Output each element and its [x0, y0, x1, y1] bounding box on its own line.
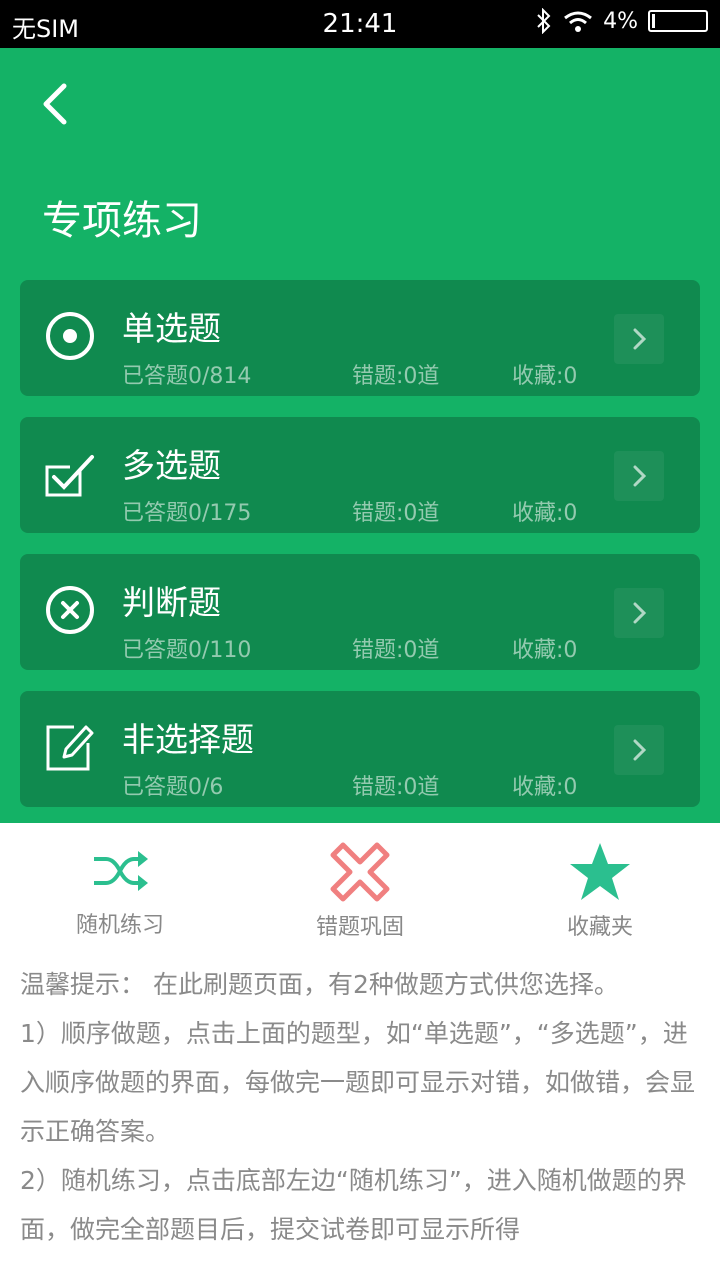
page-title: 专项练习 — [42, 198, 202, 244]
edit-icon — [46, 725, 94, 771]
chevron-right-icon — [614, 451, 664, 501]
answered-count: 已答题0/110 — [122, 638, 252, 663]
wrong-count: 错题:0道 — [352, 775, 440, 800]
random-practice-button[interactable]: 随机练习 — [20, 841, 220, 939]
chevron-right-icon — [614, 314, 664, 364]
bottom-actions: 随机练习 错题巩固 收藏夹 — [0, 823, 720, 953]
radio-icon — [46, 312, 94, 360]
wrong-count: 错题:0道 — [352, 638, 440, 663]
nav-label: 错题巩固 — [315, 915, 404, 940]
cross-circle-icon — [46, 586, 94, 634]
tips-paragraph: 1）顺序做题，点击上面的题型，如“单选题”，“多选题”，进入顺序做题的界面，每做… — [20, 1019, 696, 1146]
card-single-choice[interactable]: 单选题 已答题0/814 错题:0道 收藏:0 — [20, 280, 700, 396]
tips-paragraph: 温馨提示： 在此刷题页面，有2种做题方式供您选择。 — [20, 970, 619, 999]
wrong-review-button[interactable]: 错题巩固 — [260, 841, 460, 941]
wrong-count: 错题:0道 — [352, 364, 440, 389]
card-true-false[interactable]: 判断题 已答题0/110 错题:0道 收藏:0 — [20, 554, 700, 670]
favorite-count: 收藏:0 — [512, 638, 578, 663]
bluetooth-icon — [537, 8, 551, 34]
status-icons: 4% — [535, 8, 708, 34]
favorites-button[interactable]: 收藏夹 — [500, 841, 700, 941]
star-icon — [570, 843, 630, 900]
back-arrow-icon[interactable] — [30, 76, 86, 132]
answered-count: 已答题0/814 — [122, 364, 252, 389]
status-bar: 无SIM 21:41 4% — [0, 0, 720, 48]
battery-percent: 4% — [603, 8, 638, 34]
nav-label: 随机练习 — [75, 913, 164, 938]
favorite-count: 收藏:0 — [512, 775, 578, 800]
favorite-count: 收藏:0 — [512, 364, 578, 389]
tips-paragraph: 2）随机练习，点击底部左边“随机练习”，进入随机做题的界面，做完全部题目后，提交… — [20, 1166, 687, 1244]
checkbox-icon — [45, 455, 94, 497]
answered-count: 已答题0/6 — [122, 775, 224, 800]
answered-count: 已答题0/175 — [122, 501, 252, 526]
tips-section: 温馨提示： 在此刷题页面，有2种做题方式供您选择。 1）顺序做题，点击上面的题型… — [20, 960, 700, 1254]
shuffle-icon — [94, 851, 148, 891]
battery-icon — [648, 10, 708, 32]
chevron-right-icon — [614, 588, 664, 638]
wifi-icon — [564, 11, 593, 32]
chevron-right-icon — [614, 725, 664, 775]
card-title: 单选题 — [122, 309, 221, 348]
card-non-choice[interactable]: 非选择题 已答题0/6 错题:0道 收藏:0 — [20, 691, 700, 807]
favorite-count: 收藏:0 — [512, 501, 578, 526]
nav-label: 收藏夹 — [566, 915, 633, 940]
card-multiple-choice[interactable]: 多选题 已答题0/175 错题:0道 收藏:0 — [20, 417, 700, 533]
wrong-count: 错题:0道 — [352, 501, 440, 526]
card-title: 多选题 — [122, 446, 221, 485]
card-title: 判断题 — [122, 583, 221, 622]
x-mark-icon — [330, 842, 390, 902]
card-title: 非选择题 — [122, 720, 254, 759]
header: 专项练习 单选题 已答题0/814 错题:0道 收藏:0 多选题 已答题0/17… — [0, 48, 720, 823]
